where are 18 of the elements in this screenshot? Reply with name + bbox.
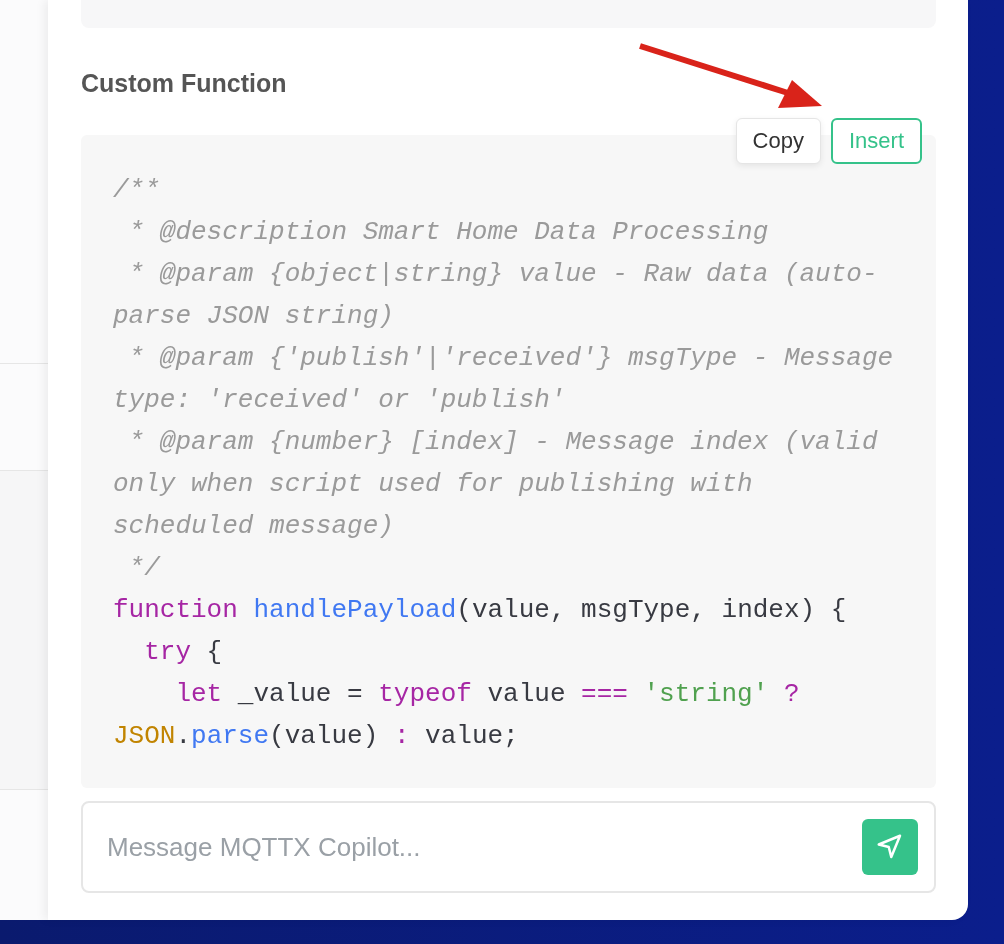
- message-input[interactable]: Message MQTTX Copilot...: [81, 801, 936, 893]
- code-line: function handlePayload(value, msgType, index) {: [113, 594, 848, 627]
- section-title: Custom Function: [81, 68, 288, 99]
- copy-button[interactable]: Copy: [735, 118, 821, 164]
- code-line: scheduled message): [113, 510, 395, 543]
- code-line: * @description Smart Home Data Processing: [127, 216, 770, 249]
- code-line: */: [127, 552, 162, 585]
- code-line: JSON.parse(value) : value;: [113, 720, 520, 753]
- code-line: * @param {number} [index] - Message index (valid: [127, 426, 879, 459]
- code-line: * @param {object|string} value - Raw data (auto-: [127, 258, 879, 291]
- code-line: /**: [113, 174, 161, 207]
- code-line: only when script used for publishing with: [113, 468, 754, 501]
- code-line: type: 'received' or 'publish': [113, 384, 567, 417]
- code-line: * @param {'publish'|'received'} msgType - Message: [127, 342, 895, 375]
- code-line: try {: [143, 636, 224, 669]
- code-line: parse JSON string): [113, 300, 395, 333]
- code-line: let _value = typeof value === 'string' ?: [174, 678, 801, 711]
- send-button[interactable]: [862, 819, 918, 875]
